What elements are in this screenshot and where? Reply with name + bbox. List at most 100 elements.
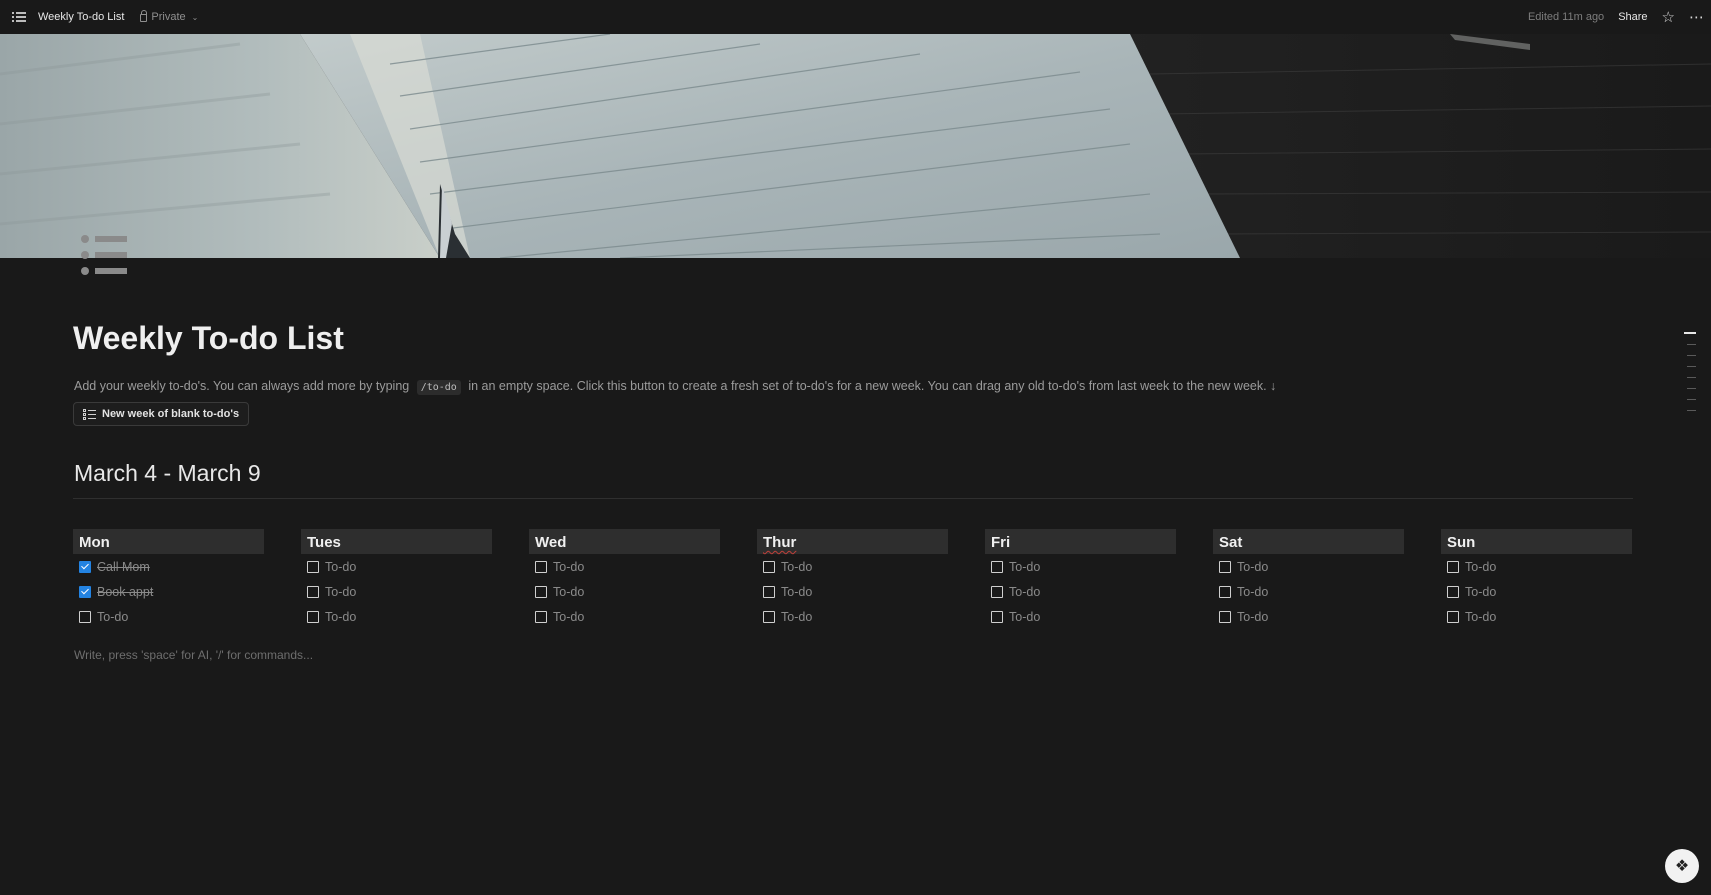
todo-text[interactable]: To-do <box>1465 585 1496 599</box>
day-columns: Mon Call Mom Book appt To-do Tues To-do … <box>73 529 1633 639</box>
todo-item[interactable]: Book appt <box>73 579 264 604</box>
day-name: Tues <box>307 534 341 551</box>
checkbox[interactable] <box>1219 585 1231 598</box>
week-heading[interactable]: March 4 - March 9 <box>74 460 261 487</box>
more-icon[interactable]: ⋯ <box>1689 10 1705 25</box>
todo-text[interactable]: To-do <box>325 610 356 624</box>
chevron-down-icon: ⌄ <box>191 12 199 22</box>
todo-text[interactable]: To-do <box>1465 560 1496 574</box>
day-header[interactable]: Wed <box>529 529 720 554</box>
todo-text[interactable]: To-do <box>1009 610 1040 624</box>
todo-text[interactable]: To-do <box>781 560 812 574</box>
lock-icon <box>140 10 148 22</box>
todo-text[interactable]: To-do <box>325 560 356 574</box>
day-header[interactable]: Thur <box>757 529 948 554</box>
checkbox[interactable] <box>535 585 547 598</box>
page-icon[interactable] <box>78 230 130 280</box>
day-column-mon: Mon Call Mom Book appt To-do <box>73 529 264 629</box>
menu-icon[interactable] <box>12 11 26 23</box>
todo-text[interactable]: To-do <box>553 560 584 574</box>
todo-item[interactable]: To-do <box>1213 604 1404 629</box>
checkbox[interactable] <box>1447 560 1459 573</box>
todo-text[interactable]: To-do <box>1009 585 1040 599</box>
todo-item[interactable]: To-do <box>529 579 720 604</box>
todo-text[interactable]: To-do <box>781 585 812 599</box>
todo-item[interactable]: To-do <box>1441 554 1632 579</box>
todo-text[interactable]: To-do <box>1237 585 1268 599</box>
checkbox[interactable] <box>991 560 1003 573</box>
checkbox[interactable] <box>763 585 775 598</box>
todo-item[interactable]: To-do <box>1441 604 1632 629</box>
todo-item[interactable]: To-do <box>1213 554 1404 579</box>
checkbox[interactable] <box>79 610 91 623</box>
privacy-toggle[interactable]: Private ⌄ <box>140 10 199 23</box>
todo-item[interactable]: To-do <box>757 579 948 604</box>
todo-item[interactable]: To-do <box>1213 579 1404 604</box>
day-header[interactable]: Sun <box>1441 529 1632 554</box>
todo-item[interactable]: To-do <box>985 579 1176 604</box>
list-icon <box>81 235 127 275</box>
todo-text[interactable]: To-do <box>553 585 584 599</box>
todo-item[interactable]: To-do <box>301 579 492 604</box>
empty-block-placeholder[interactable]: Write, press 'space' for AI, '/' for com… <box>74 648 313 662</box>
checkbox[interactable] <box>79 560 91 573</box>
todo-item[interactable]: To-do <box>73 604 264 629</box>
page-description[interactable]: Add your weekly to-do's. You can always … <box>74 379 1277 395</box>
ai-assistant-icon[interactable]: ❖ <box>1665 849 1699 883</box>
todo-text[interactable]: Call Mom <box>97 560 150 574</box>
todo-item[interactable]: To-do <box>529 554 720 579</box>
privacy-label: Private <box>151 11 186 23</box>
todo-item[interactable]: To-do <box>985 604 1176 629</box>
day-name: Sun <box>1447 534 1476 551</box>
inline-code: /to-do <box>416 380 461 395</box>
todo-item[interactable]: To-do <box>301 604 492 629</box>
checkbox[interactable] <box>763 560 775 573</box>
todo-text[interactable]: Book appt <box>97 585 153 599</box>
table-of-contents-outline[interactable] <box>1684 332 1696 421</box>
todo-item[interactable]: To-do <box>757 554 948 579</box>
todo-text[interactable]: To-do <box>553 610 584 624</box>
cover-image[interactable] <box>0 34 1711 258</box>
todo-text[interactable]: To-do <box>1237 560 1268 574</box>
page-title[interactable]: Weekly To-do List <box>73 320 344 357</box>
checkbox[interactable] <box>991 610 1003 623</box>
todo-item[interactable]: Call Mom <box>73 554 264 579</box>
checkbox[interactable] <box>307 610 319 623</box>
star-icon[interactable]: ☆ <box>1662 10 1675 25</box>
todo-text[interactable]: To-do <box>781 610 812 624</box>
checkbox[interactable] <box>1219 560 1231 573</box>
cover-illustration <box>0 34 1711 258</box>
todo-text[interactable]: To-do <box>1237 610 1268 624</box>
day-header[interactable]: Tues <box>301 529 492 554</box>
todo-item[interactable]: To-do <box>985 554 1176 579</box>
day-header[interactable]: Mon <box>73 529 264 554</box>
checkbox[interactable] <box>307 560 319 573</box>
breadcrumb-page-title[interactable]: Weekly To-do List <box>38 11 124 23</box>
checkbox[interactable] <box>535 610 547 623</box>
checkbox[interactable] <box>535 560 547 573</box>
new-week-template-button[interactable]: New week of blank to-do's <box>73 402 250 426</box>
todo-text[interactable]: To-do <box>97 610 128 624</box>
share-button[interactable]: Share <box>1618 11 1647 23</box>
day-name: Mon <box>79 534 110 551</box>
todo-text[interactable]: To-do <box>325 585 356 599</box>
checkbox[interactable] <box>1219 610 1231 623</box>
divider <box>73 498 1633 499</box>
checkbox[interactable] <box>991 585 1003 598</box>
day-header[interactable]: Fri <box>985 529 1176 554</box>
checkbox[interactable] <box>1447 610 1459 623</box>
description-text-2: in an empty space. Click this button to … <box>468 379 1277 393</box>
day-column-tues: Tues To-do To-do To-do <box>301 529 492 629</box>
todo-item[interactable]: To-do <box>1441 579 1632 604</box>
checkbox[interactable] <box>79 585 91 598</box>
checkbox[interactable] <box>1447 585 1459 598</box>
todo-item[interactable]: To-do <box>301 554 492 579</box>
todo-item[interactable]: To-do <box>529 604 720 629</box>
day-header[interactable]: Sat <box>1213 529 1404 554</box>
checkbox[interactable] <box>763 610 775 623</box>
todo-text[interactable]: To-do <box>1009 560 1040 574</box>
todo-text[interactable]: To-do <box>1465 610 1496 624</box>
day-name: Fri <box>991 534 1011 551</box>
todo-item[interactable]: To-do <box>757 604 948 629</box>
checkbox[interactable] <box>307 585 319 598</box>
